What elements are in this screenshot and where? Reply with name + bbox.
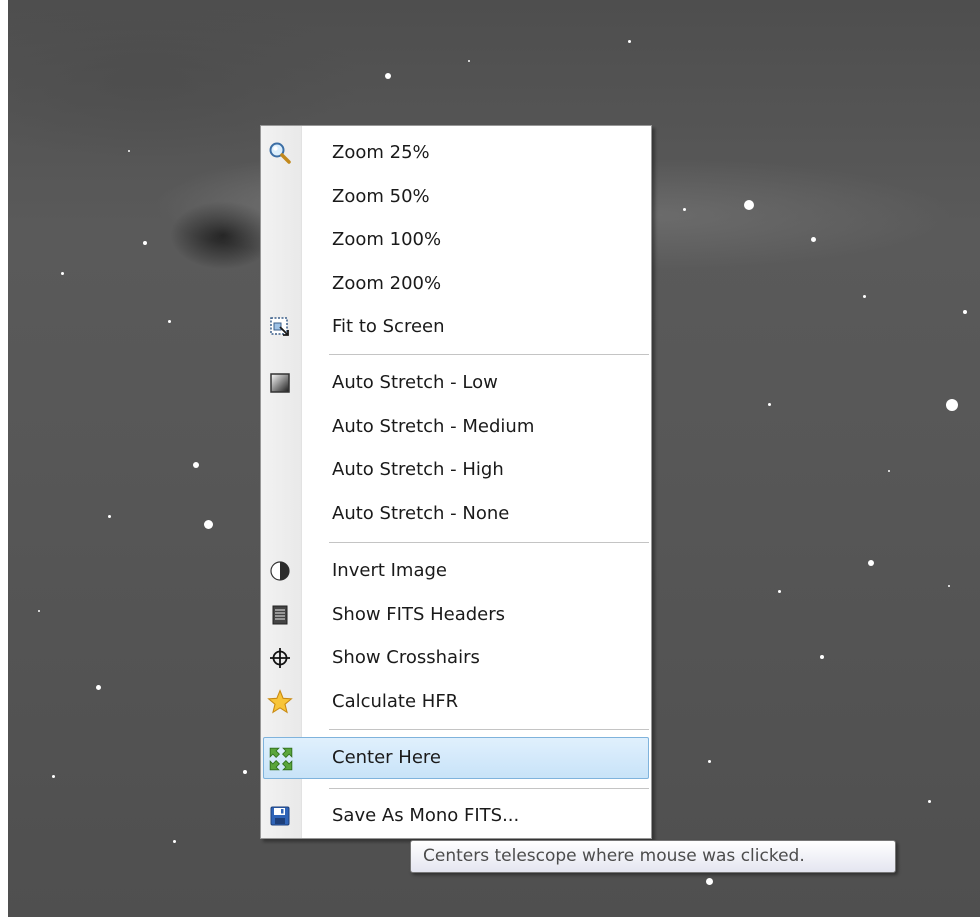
star xyxy=(683,208,686,211)
menu-item-label: Invert Image xyxy=(332,560,447,581)
star xyxy=(706,878,713,885)
star xyxy=(243,770,247,774)
center-arrows-icon xyxy=(268,746,294,772)
menu-item-label: Zoom 25% xyxy=(332,142,430,163)
menu-item-zoom-100[interactable]: Zoom 100% xyxy=(263,221,649,259)
menu-item-label: Auto Stretch - Medium xyxy=(332,416,535,437)
menu-separator xyxy=(329,729,649,731)
menu-item-fit-to-screen[interactable]: Fit to Screen xyxy=(263,308,649,346)
star xyxy=(52,775,55,778)
star xyxy=(385,73,391,79)
menu-item-center-here[interactable]: Center Here xyxy=(263,737,649,779)
crosshair-icon xyxy=(267,645,293,671)
context-menu: Zoom 25% Zoom 50% Zoom 100% Zoom 200% Fi… xyxy=(260,125,652,839)
star xyxy=(820,655,824,659)
star xyxy=(108,515,111,518)
star xyxy=(468,60,470,62)
star xyxy=(173,840,176,843)
menu-item-label: Zoom 50% xyxy=(332,186,430,207)
menu-separator xyxy=(329,788,649,790)
gradient-icon xyxy=(267,370,293,396)
star xyxy=(628,40,631,43)
menu-item-show-fits-headers[interactable]: Show FITS Headers xyxy=(263,596,649,634)
menu-item-label: Auto Stretch - High xyxy=(332,459,504,480)
menu-item-label: Calculate HFR xyxy=(332,691,459,712)
half-circle-icon xyxy=(267,558,293,584)
star xyxy=(61,272,64,275)
menu-item-label: Show Crosshairs xyxy=(332,647,480,668)
star xyxy=(946,399,958,411)
menu-item-zoom-50[interactable]: Zoom 50% xyxy=(263,178,649,216)
star xyxy=(948,585,950,587)
star xyxy=(768,403,771,406)
menu-separator xyxy=(329,354,649,356)
menu-item-show-crosshairs[interactable]: Show Crosshairs xyxy=(263,639,649,677)
document-icon xyxy=(267,602,293,628)
star xyxy=(128,150,130,152)
fit-to-screen-icon xyxy=(267,314,293,340)
menu-item-invert-image[interactable]: Invert Image xyxy=(263,552,649,590)
menu-item-label: Auto Stretch - Low xyxy=(332,372,498,393)
menu-item-label: Zoom 200% xyxy=(332,273,442,294)
star xyxy=(193,462,199,468)
star xyxy=(708,760,711,763)
floppy-disk-icon xyxy=(267,803,293,829)
star xyxy=(96,685,101,690)
star xyxy=(928,800,931,803)
menu-item-label: Show FITS Headers xyxy=(332,604,506,625)
menu-item-label: Zoom 100% xyxy=(332,229,442,250)
menu-separator xyxy=(329,542,649,544)
tooltip: Centers telescope where mouse was clicke… xyxy=(410,840,896,873)
menu-item-zoom-25[interactable]: Zoom 25% xyxy=(263,134,649,172)
menu-item-label: Fit to Screen xyxy=(332,316,445,337)
menu-item-calculate-hfr[interactable]: Calculate HFR xyxy=(263,683,649,721)
star xyxy=(744,200,754,210)
star xyxy=(868,560,874,566)
star xyxy=(778,590,781,593)
star xyxy=(38,610,40,612)
star-icon xyxy=(267,689,293,715)
menu-item-zoom-200[interactable]: Zoom 200% xyxy=(263,265,649,303)
star xyxy=(888,470,890,472)
menu-item-auto-stretch-high[interactable]: Auto Stretch - High xyxy=(263,451,649,489)
star xyxy=(811,237,816,242)
menu-item-auto-stretch-none[interactable]: Auto Stretch - None xyxy=(263,495,649,533)
menu-item-label: Auto Stretch - None xyxy=(332,503,510,524)
menu-item-label: Save As Mono FITS... xyxy=(332,805,520,826)
star xyxy=(168,320,171,323)
star xyxy=(204,520,213,529)
star xyxy=(143,241,147,245)
menu-item-label: Center Here xyxy=(332,747,441,768)
star xyxy=(863,295,866,298)
menu-item-auto-stretch-low[interactable]: Auto Stretch - Low xyxy=(263,364,649,402)
star xyxy=(963,310,967,314)
magnifier-icon xyxy=(267,140,293,166)
menu-item-auto-stretch-medium[interactable]: Auto Stretch - Medium xyxy=(263,408,649,446)
menu-item-save-as-mono-fits[interactable]: Save As Mono FITS... xyxy=(263,797,649,835)
